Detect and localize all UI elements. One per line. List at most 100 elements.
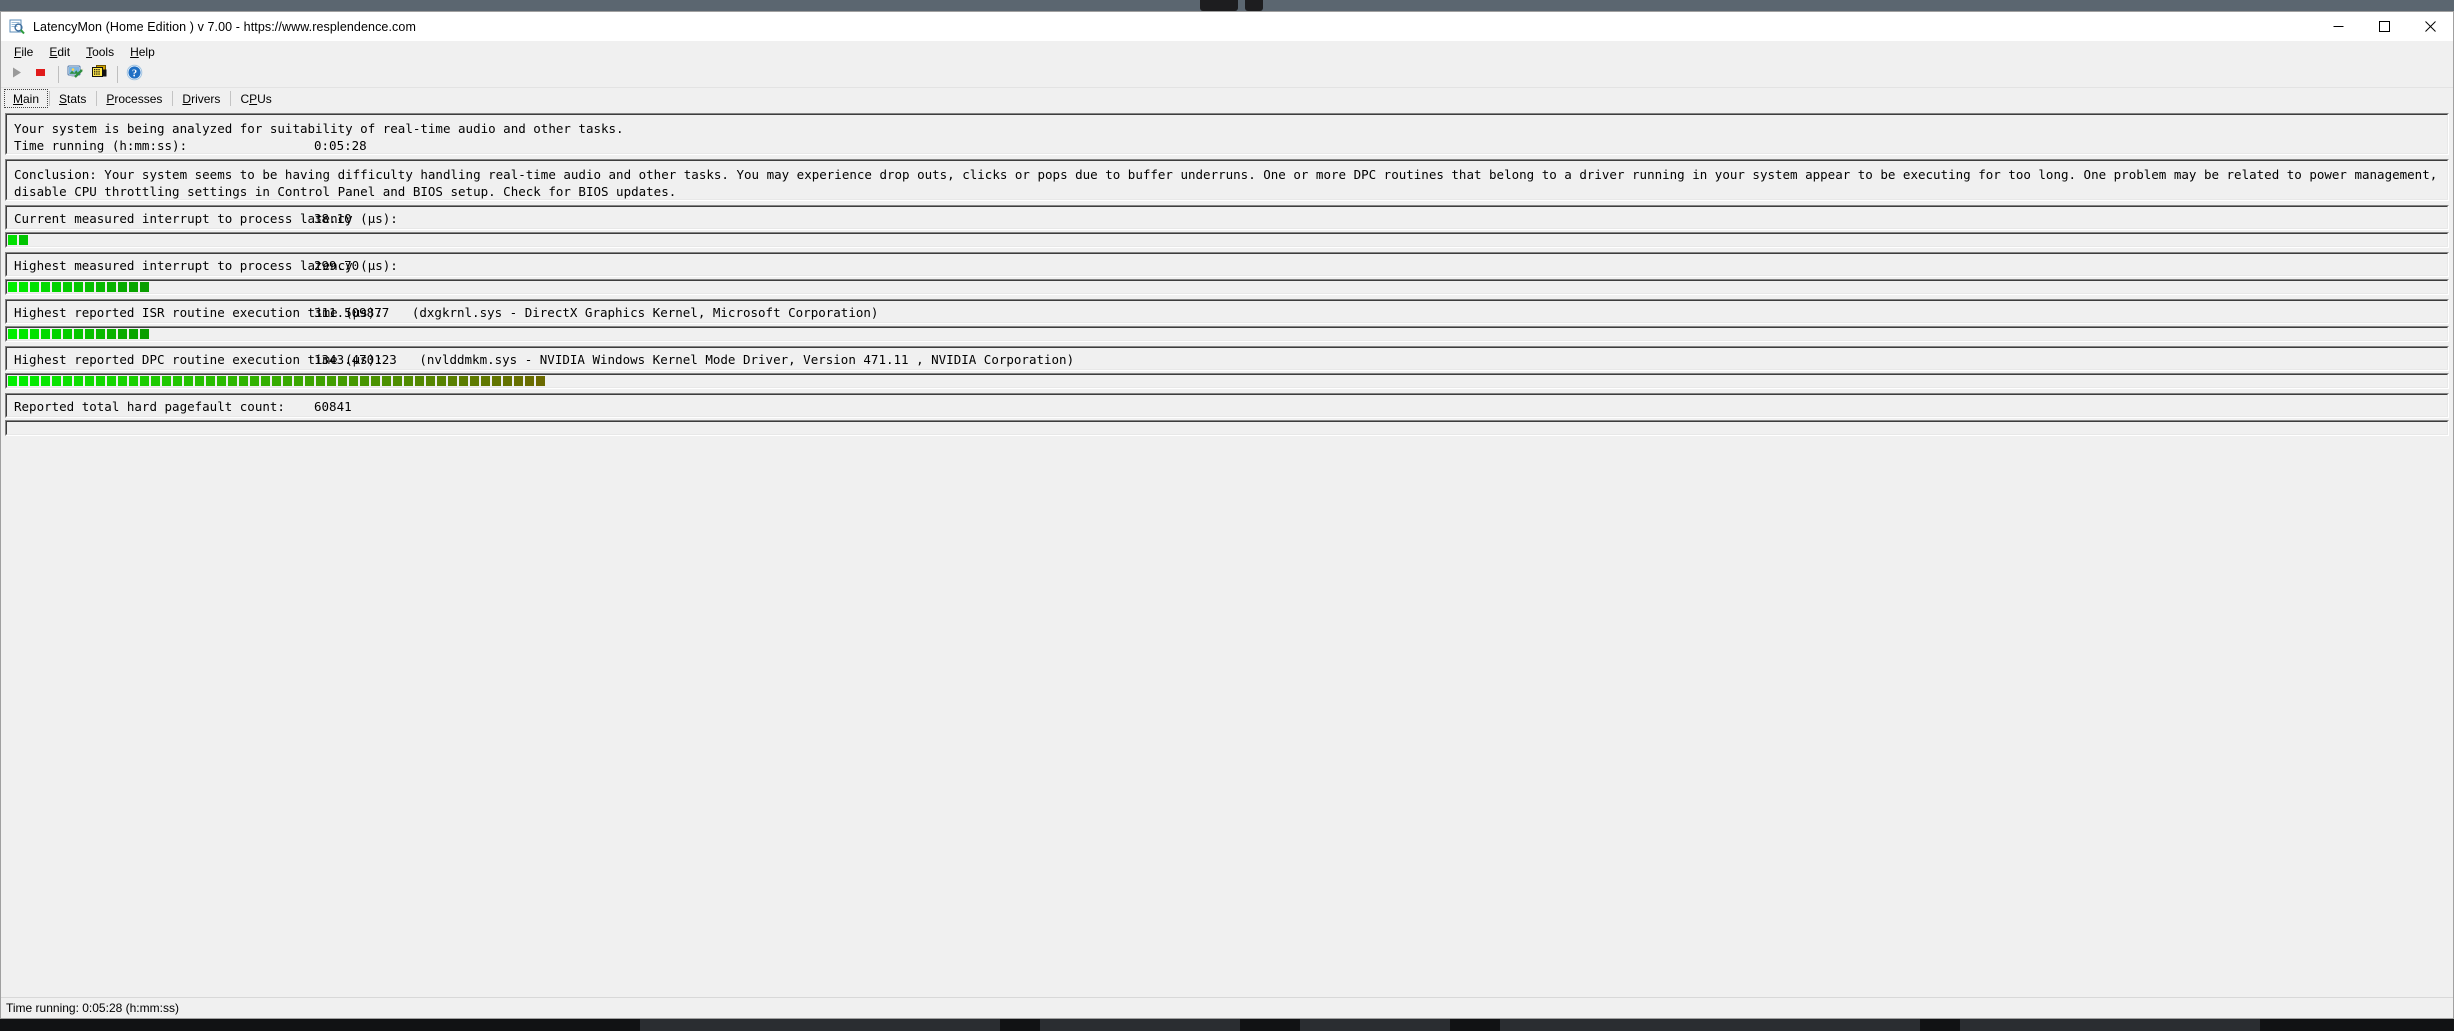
menu-item-help[interactable]: Help (122, 43, 163, 61)
metric-row: Reported total hard pagefault count: 6084… (14, 398, 2440, 415)
menu-label-edit: dit (57, 44, 71, 59)
progress-bar-segment (107, 282, 116, 292)
metric-block-highest-interrupt-to-process-latency: Highest measured interrupt to process la… (5, 252, 2449, 295)
tab-drivers[interactable]: Drivers (172, 88, 230, 109)
metric-block-highest-dpc-routine-execution-time: Highest reported DPC routine execution t… (5, 346, 2449, 389)
menu-item-file[interactable]: File (6, 43, 41, 61)
tab-label-drivers: rivers (191, 91, 221, 106)
progress-bar-segment (327, 376, 336, 386)
metric-label: Highest measured interrupt to process la… (14, 258, 398, 273)
progress-bar-segment (107, 376, 116, 386)
progress-bar-segment (360, 376, 369, 386)
taskbar-window-thumb (1200, 0, 1238, 11)
report-button[interactable] (64, 63, 87, 86)
progress-bar-segment (481, 376, 490, 386)
progress-bar-segment (448, 376, 457, 386)
progress-bar-segment (74, 376, 83, 386)
progress-bar-segment (371, 376, 380, 386)
progress-bar-segment (393, 376, 402, 386)
progress-bar-segment (107, 329, 116, 339)
time-running-value: 0:05:28 (314, 138, 367, 153)
tab-main[interactable]: Main (3, 88, 49, 109)
metric-block-current-interrupt-to-process-latency: Current measured interrupt to process la… (5, 205, 2449, 248)
progress-bar-segment (8, 282, 17, 292)
progress-bar-segment (338, 376, 347, 386)
progress-bar-segment (283, 376, 292, 386)
progress-bar-segment (316, 376, 325, 386)
tab-accel-processes: P (106, 91, 115, 106)
progress-bar-segment (85, 376, 94, 386)
toolbar-separator (117, 66, 118, 83)
tab-processes[interactable]: Processes (96, 88, 172, 109)
metric-label: Reported total hard pagefault count: (14, 399, 285, 414)
progress-bar-segment (305, 376, 314, 386)
progress-bar-segment (228, 376, 237, 386)
taskbar-window-thumb (1245, 0, 1263, 11)
metric-label: Current measured interrupt to process la… (14, 211, 398, 226)
metric-text-panel: Highest measured interrupt to process la… (5, 252, 2449, 277)
menu-item-tools[interactable]: Tools (78, 43, 122, 61)
close-button[interactable] (2407, 12, 2453, 41)
menu-accel-help: H (130, 44, 139, 59)
progress-bar-segment (74, 329, 83, 339)
copy-button[interactable] (88, 63, 111, 86)
tab-accel-main: M (13, 91, 23, 106)
progress-bar-segment (294, 376, 303, 386)
tab-label-processes: rocesses (114, 91, 163, 106)
progress-bar-segment (19, 282, 28, 292)
progress-bar-segment (140, 376, 149, 386)
progress-bar-segment (272, 376, 281, 386)
progress-bar-segment (415, 376, 424, 386)
title-bar[interactable]: LatencyMon (Home Edition ) v 7.00 - http… (1, 12, 2453, 41)
menu-item-edit[interactable]: Edit (41, 43, 78, 61)
toolbar-separator (58, 66, 59, 83)
progress-bar-segment (8, 329, 17, 339)
progress-bar-segment (8, 235, 17, 245)
start-monitoring-button[interactable] (5, 63, 28, 86)
progress-bar-segment (8, 376, 17, 386)
progress-bar-segment (184, 376, 193, 386)
metric-label: Highest reported DPC routine execution t… (14, 352, 383, 367)
metrics-list: Current measured interrupt to process la… (5, 205, 2449, 440)
progress-bar-segment (525, 376, 534, 386)
progress-bar-segment (74, 282, 83, 292)
copy-layers-icon (91, 64, 108, 86)
progress-bar-segment (151, 376, 160, 386)
menu-label-help: elp (138, 44, 155, 59)
progress-bar-segment (129, 329, 138, 339)
taskbar-segment (1500, 1019, 1920, 1031)
metric-progress-bar (5, 232, 2449, 248)
analysis-line: Your system is being analyzed for suitab… (14, 121, 624, 136)
metric-value: 299.70 (314, 258, 360, 273)
metric-row: Current measured interrupt to process la… (14, 210, 2440, 227)
metric-progress-bar (5, 279, 2449, 295)
tab-stats[interactable]: Stats (49, 88, 96, 109)
tab-label-stats: tats (67, 91, 87, 106)
time-running-label: Time running (h:mm:ss): (14, 138, 188, 153)
svg-text:?: ? (132, 68, 137, 79)
status-bar-text: Time running: 0:05:28 (h:mm:ss) (6, 1001, 179, 1015)
progress-bar-segment (41, 282, 50, 292)
progress-bar-segment (63, 329, 72, 339)
progress-bar-segment (19, 235, 28, 245)
metric-detail: (nvlddmkm.sys - NVIDIA Windows Kernel Mo… (396, 352, 1075, 367)
progress-bar-segment (19, 329, 28, 339)
progress-bar-segment (404, 376, 413, 386)
tab-cpus[interactable]: C P Us (230, 88, 281, 109)
taskbar[interactable] (0, 1019, 2454, 1031)
taskbar-segment (640, 1019, 1000, 1031)
stop-monitoring-button[interactable] (29, 63, 52, 86)
progress-bar-segment (536, 376, 545, 386)
stop-icon (34, 66, 47, 84)
monitor-pencil-icon (67, 64, 84, 86)
progress-bar-segment (52, 376, 61, 386)
help-button[interactable]: ? (123, 63, 146, 86)
progress-bar-segment (129, 282, 138, 292)
maximize-button[interactable] (2361, 12, 2407, 41)
tab-label-main: ain (23, 91, 40, 106)
progress-bar-segment (250, 376, 259, 386)
progress-bar-segment (118, 329, 127, 339)
tab-strip: Main Stats Processes Drivers C P Us (1, 88, 2453, 109)
minimize-button[interactable] (2315, 12, 2361, 41)
progress-bar-segment (162, 376, 171, 386)
